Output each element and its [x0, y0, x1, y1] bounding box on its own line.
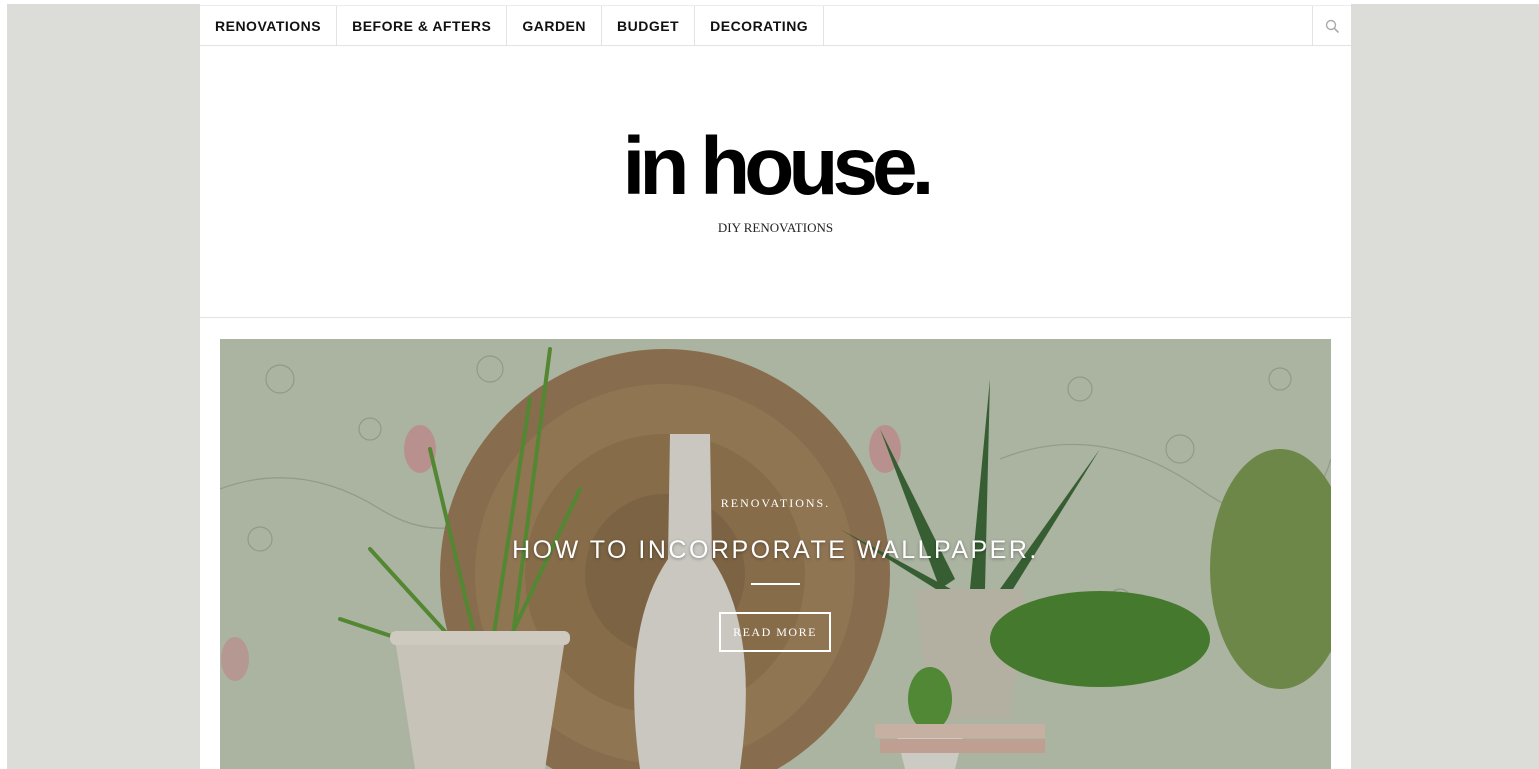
search-button[interactable]	[1312, 6, 1351, 46]
nav-item-before-afters[interactable]: BEFORE & AFTERS	[337, 6, 508, 46]
nav-list: RENOVATIONS BEFORE & AFTERS GARDEN BUDGE…	[200, 6, 1351, 46]
hero-divider	[751, 583, 800, 585]
hero-category[interactable]: RENOVATIONS.	[220, 496, 1331, 511]
read-more-button[interactable]: READ MORE	[719, 612, 831, 652]
nav-item-renovations[interactable]: RENOVATIONS	[200, 6, 338, 46]
site-header: in house. DIY RENOVATIONS	[200, 46, 1351, 318]
main-navigation: RENOVATIONS BEFORE & AFTERS GARDEN BUDGE…	[200, 5, 1351, 46]
featured-post-hero[interactable]: RENOVATIONS. HOW TO INCORPORATE WALLPAPE…	[220, 339, 1331, 769]
nav-item-budget[interactable]: BUDGET	[602, 6, 696, 46]
page-container: RENOVATIONS BEFORE & AFTERS GARDEN BUDGE…	[200, 4, 1351, 769]
nav-item-decorating[interactable]: DECORATING	[695, 6, 825, 46]
site-logo[interactable]: in house.	[200, 126, 1351, 208]
nav-item-garden[interactable]: GARDEN	[507, 6, 602, 46]
site-tagline: DIY RENOVATIONS	[717, 220, 834, 235]
hero-title[interactable]: HOW TO INCORPORATE WALLPAPER.	[220, 536, 1331, 565]
search-icon	[1325, 19, 1339, 33]
